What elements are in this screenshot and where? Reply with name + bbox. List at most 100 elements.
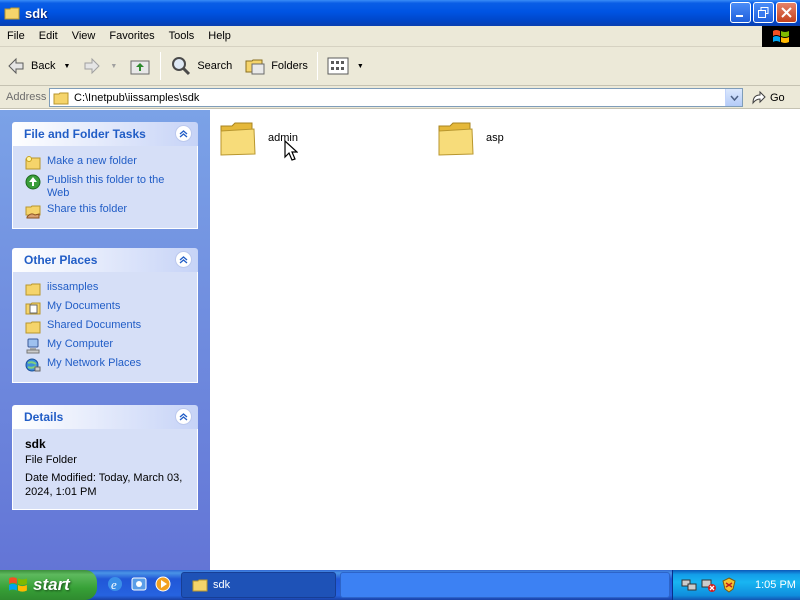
go-button[interactable]: Go xyxy=(750,88,785,107)
folder-icon xyxy=(25,283,41,296)
window-title: sdk xyxy=(25,5,48,21)
minimize-icon xyxy=(736,15,743,17)
internet-explorer-icon[interactable]: e xyxy=(106,574,124,594)
details-panel: Details sdk File Folder Date Modified: T… xyxy=(12,405,198,510)
task-pane: File and Folder Tasks Make a new folder … xyxy=(0,110,210,570)
collapse-button[interactable] xyxy=(175,125,192,142)
collapse-button[interactable] xyxy=(175,408,192,425)
folder-icon xyxy=(4,7,20,20)
forward-arrow-icon xyxy=(84,57,101,75)
search-icon xyxy=(172,57,191,76)
task-share-folder[interactable]: Share this folder xyxy=(25,203,189,219)
task-label: Make a new folder xyxy=(47,155,137,167)
publish-web-icon xyxy=(25,174,41,190)
folder-icon xyxy=(438,122,474,156)
place-label: My Network Places xyxy=(47,357,142,369)
menu-help[interactable]: Help xyxy=(201,30,238,42)
restore-icon xyxy=(758,7,769,18)
place-my-documents[interactable]: My Documents xyxy=(25,300,189,316)
back-button[interactable]: Back ▼ xyxy=(0,50,76,82)
address-input[interactable]: C:\Inetpub\iissamples\sdk xyxy=(49,88,743,107)
restore-button[interactable] xyxy=(753,2,774,23)
go-label: Go xyxy=(770,91,785,104)
taskbar-window-sdk[interactable]: sdk xyxy=(181,572,336,598)
title-bar[interactable]: sdk xyxy=(0,0,800,26)
shared-documents-icon xyxy=(25,321,41,334)
panel-header[interactable]: File and Folder Tasks xyxy=(12,122,198,146)
task-publish-web[interactable]: Publish this folder to the Web xyxy=(25,174,189,200)
security-shield-icon[interactable] xyxy=(721,577,737,593)
start-label: start xyxy=(33,575,70,594)
up-folder-button[interactable] xyxy=(123,50,157,82)
folder-icon xyxy=(53,92,69,104)
back-label: Back xyxy=(31,60,56,72)
collapse-button[interactable] xyxy=(175,251,192,268)
search-button[interactable]: Search xyxy=(164,50,238,82)
clock[interactable]: 1:05 PM xyxy=(755,579,796,591)
address-bar: Address C:\Inetpub\iissamples\sdk Go xyxy=(0,86,800,109)
toolbar-separator xyxy=(316,52,318,80)
menu-favorites[interactable]: Favorites xyxy=(102,30,161,42)
folders-button[interactable]: Folders xyxy=(238,50,314,82)
start-button[interactable]: start xyxy=(0,570,97,600)
place-my-computer[interactable]: My Computer xyxy=(25,338,189,354)
panel-title: Other Places xyxy=(24,253,98,267)
network-icon[interactable] xyxy=(681,577,697,593)
new-folder-icon xyxy=(25,156,41,170)
minimize-button[interactable] xyxy=(730,2,751,23)
details-modified: Date Modified: Today, March 03, 2024, 1:… xyxy=(25,472,183,498)
panel-header[interactable]: Details xyxy=(12,405,198,429)
toolbar: Back ▼ ▼ Search Folders ▼ xyxy=(0,47,800,86)
taskbar-empty-area xyxy=(340,572,670,598)
folders-icon xyxy=(245,59,265,75)
system-tray: 1:05 PM xyxy=(672,570,800,600)
forward-button[interactable]: ▼ xyxy=(76,50,123,82)
folder-icon xyxy=(220,122,256,156)
windows-logo-icon xyxy=(762,26,800,47)
share-folder-icon xyxy=(25,205,41,219)
menu-file[interactable]: File xyxy=(0,30,32,42)
address-path: C:\Inetpub\iissamples\sdk xyxy=(74,91,200,104)
svg-text:e: e xyxy=(111,577,117,592)
go-arrow-icon xyxy=(752,90,766,105)
search-label: Search xyxy=(197,60,233,72)
close-icon xyxy=(781,7,792,18)
details-name: sdk xyxy=(25,437,46,451)
other-places-panel: Other Places iissamples My Documents Sha… xyxy=(12,248,198,383)
views-dropdown-icon[interactable]: ▼ xyxy=(357,63,364,70)
place-iissamples[interactable]: iissamples xyxy=(25,281,189,297)
place-shared-documents[interactable]: Shared Documents xyxy=(25,319,189,335)
back-dropdown-icon[interactable]: ▼ xyxy=(63,63,70,70)
file-list[interactable]: admin asp xyxy=(210,110,800,570)
chevron-down-icon xyxy=(729,95,739,101)
taskbar: start e sdk 1:05 PM xyxy=(0,570,800,600)
panel-header[interactable]: Other Places xyxy=(12,248,198,272)
menu-tools[interactable]: Tools xyxy=(162,30,202,42)
my-documents-icon xyxy=(25,302,41,315)
task-label: Share this folder xyxy=(47,203,128,215)
quick-launch: e xyxy=(106,574,172,594)
address-label: Address xyxy=(6,91,47,103)
folder-label: asp xyxy=(486,132,504,144)
windows-logo-icon xyxy=(9,577,27,592)
show-desktop-icon[interactable] xyxy=(130,574,148,594)
taskbar-window-label: sdk xyxy=(213,579,231,591)
address-dropdown-button[interactable] xyxy=(725,89,742,106)
menu-edit[interactable]: Edit xyxy=(32,30,65,42)
media-player-icon[interactable] xyxy=(154,574,172,594)
folder-item-asp[interactable]: asp xyxy=(436,118,504,158)
place-label: iissamples xyxy=(47,281,99,293)
panel-title: Details xyxy=(24,410,64,424)
forward-dropdown-icon[interactable]: ▼ xyxy=(110,63,117,70)
file-folder-tasks-panel: File and Folder Tasks Make a new folder … xyxy=(12,122,198,229)
back-arrow-icon xyxy=(8,57,24,75)
place-my-network-places[interactable]: My Network Places xyxy=(25,357,189,373)
network-disconnected-icon[interactable] xyxy=(701,577,717,593)
close-button[interactable] xyxy=(776,2,797,23)
my-computer-icon xyxy=(26,338,40,354)
chevron-up-icon xyxy=(179,256,188,264)
mouse-cursor-icon xyxy=(284,140,298,161)
menu-view[interactable]: View xyxy=(65,30,103,42)
task-make-new-folder[interactable]: Make a new folder xyxy=(25,155,189,171)
views-button[interactable]: ▼ xyxy=(321,50,370,82)
